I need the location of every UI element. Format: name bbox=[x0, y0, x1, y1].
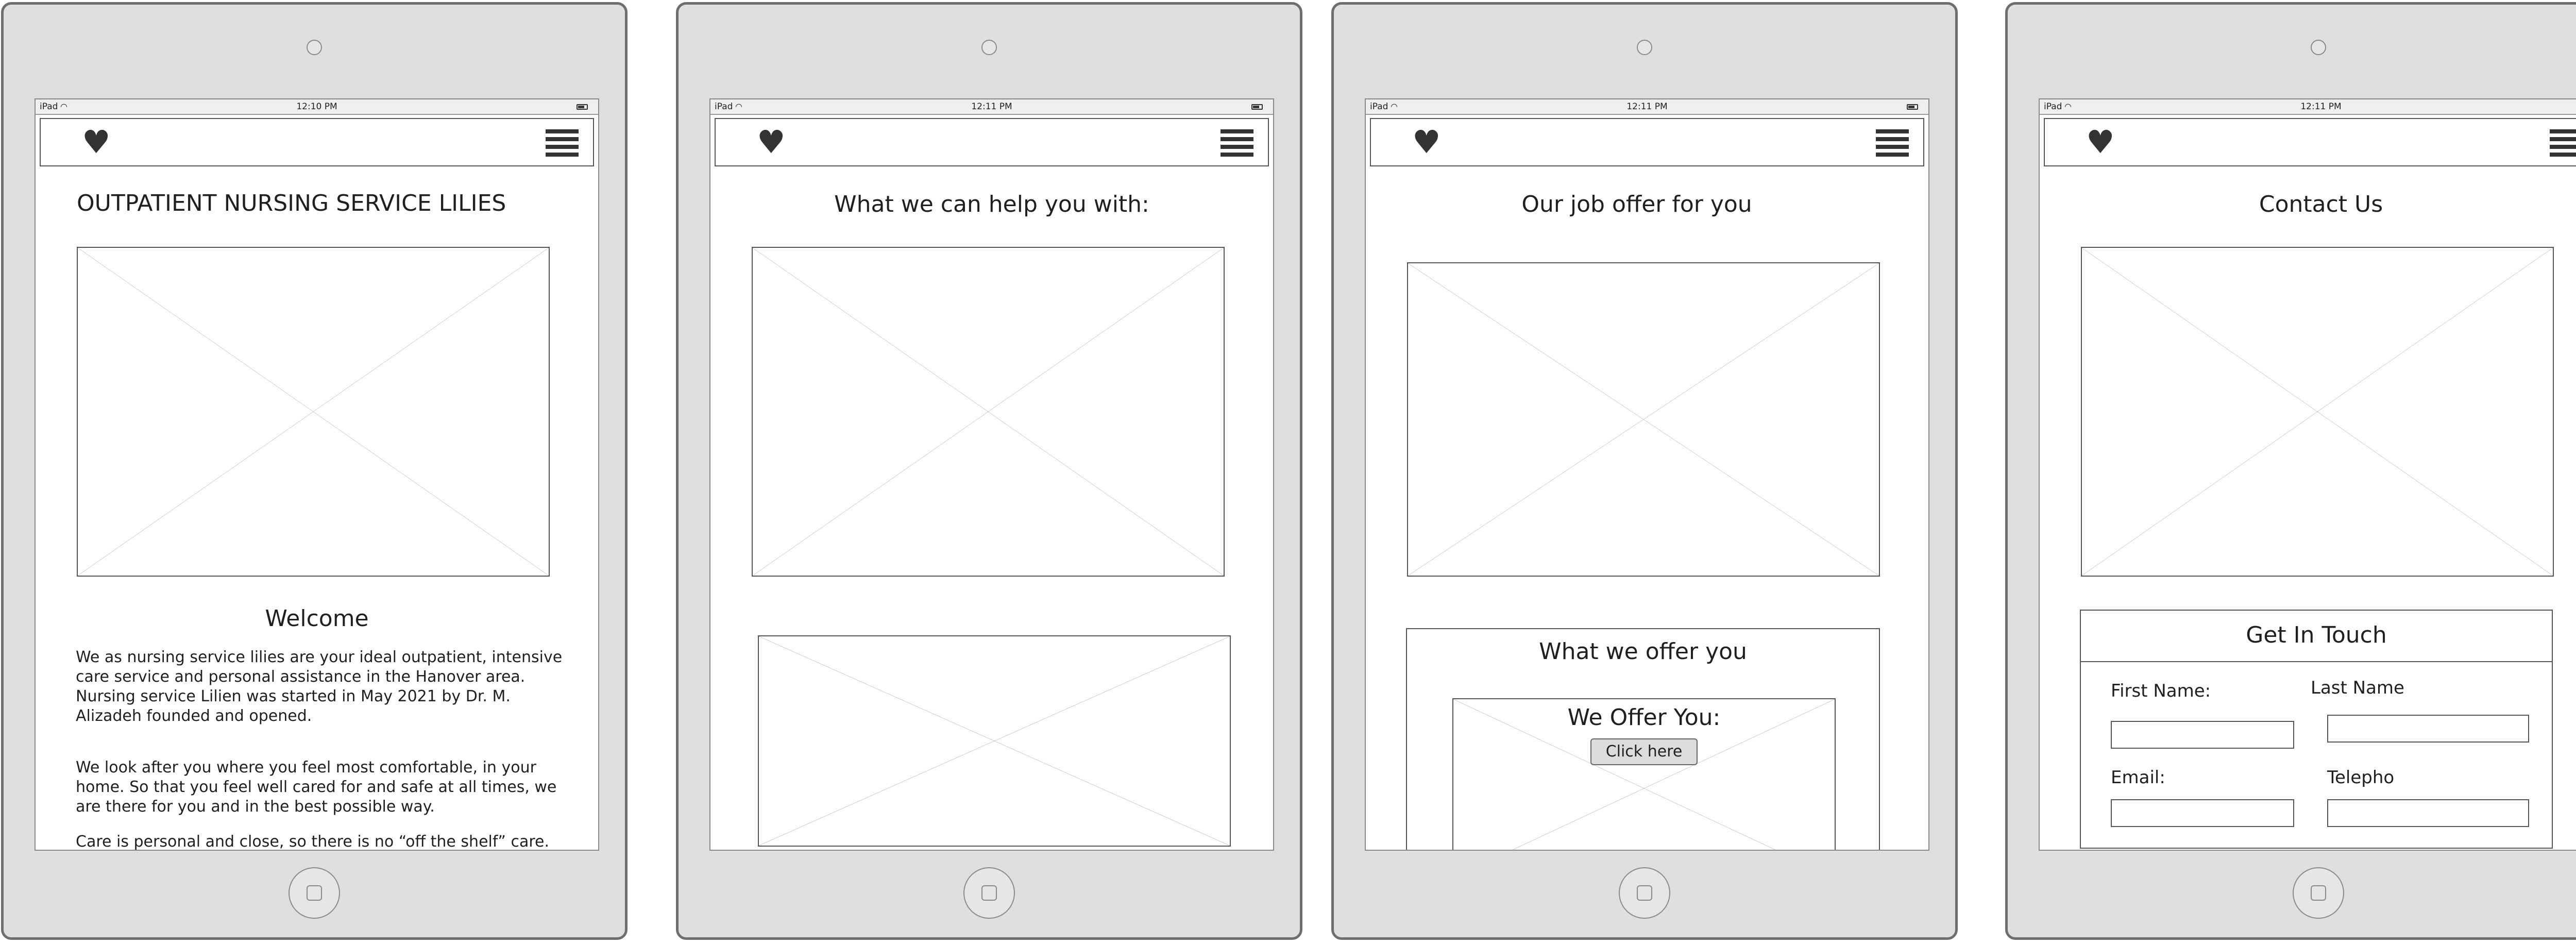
last-name-input[interactable] bbox=[2327, 715, 2529, 743]
intro-paragraph-2: We look after you where you feel most co… bbox=[76, 758, 557, 816]
heart-icon[interactable]: ♥ bbox=[757, 126, 786, 158]
image-placeholder-hero bbox=[77, 247, 550, 577]
click-here-button[interactable]: Click here bbox=[1590, 738, 1698, 765]
contact-form: Get In Touch First Name: Last Name Email… bbox=[2080, 610, 2553, 849]
page-title: What we can help you with: bbox=[834, 191, 1149, 217]
camera-icon bbox=[981, 40, 997, 55]
status-time: 12:11 PM bbox=[1626, 102, 1668, 112]
page-title: Contact Us bbox=[2259, 191, 2383, 217]
hamburger-menu-icon[interactable] bbox=[546, 129, 579, 157]
screen-jobs: iPad ◠ 12:11 PM ♥ Our job offer for you … bbox=[1365, 98, 1929, 851]
we-offer-heading: We Offer You: bbox=[1567, 704, 1721, 731]
home-button[interactable] bbox=[289, 867, 340, 919]
ipad-frame-jobs: iPad ◠ 12:11 PM ♥ Our job offer for you … bbox=[1331, 2, 1958, 940]
offer-heading: What we offer you bbox=[1539, 638, 1747, 665]
email-label: Email: bbox=[2111, 767, 2165, 788]
email-input[interactable] bbox=[2111, 799, 2294, 827]
home-button[interactable] bbox=[963, 867, 1015, 919]
screen-services: iPad ◠ 12:11 PM ♥ What we can help you w… bbox=[709, 98, 1274, 851]
image-placeholder-services-1 bbox=[752, 247, 1225, 577]
hamburger-menu-icon[interactable] bbox=[1221, 129, 1253, 157]
home-button[interactable] bbox=[2293, 867, 2344, 919]
navbar: ♥ bbox=[2044, 118, 2576, 166]
page-title: OUTPATIENT NURSING SERVICE LILIES bbox=[77, 190, 506, 216]
status-time: 12:11 PM bbox=[971, 102, 1012, 112]
hamburger-menu-icon[interactable] bbox=[1876, 129, 1909, 157]
image-placeholder-services-2 bbox=[758, 635, 1231, 847]
camera-icon bbox=[2311, 40, 2326, 55]
intro-paragraph-1: We as nursing service lilies are your id… bbox=[76, 648, 563, 725]
screen-home: iPad ◠ 12:10 PM ♥ OUTPATIENT NURSING SER… bbox=[35, 98, 599, 851]
battery-icon bbox=[1907, 104, 1918, 110]
heart-icon[interactable]: ♥ bbox=[2086, 126, 2115, 158]
ipad-frame-home: iPad ◠ 12:10 PM ♥ OUTPATIENT NURSING SER… bbox=[1, 2, 628, 940]
form-title: Get In Touch bbox=[2081, 611, 2552, 662]
telephone-input[interactable] bbox=[2327, 799, 2529, 827]
image-placeholder-jobs bbox=[1407, 262, 1880, 577]
navbar: ♥ bbox=[40, 118, 594, 166]
status-bar: iPad ◠ 12:11 PM bbox=[1366, 99, 1928, 115]
hamburger-menu-icon[interactable] bbox=[2550, 129, 2576, 157]
home-button[interactable] bbox=[1619, 867, 1670, 919]
battery-icon bbox=[577, 104, 588, 110]
welcome-heading: Welcome bbox=[265, 605, 369, 632]
intro-paragraph-3: Care is personal and close, so there is … bbox=[76, 833, 550, 851]
navbar: ♥ bbox=[1370, 118, 1924, 166]
status-bar: iPad ◠ 12:11 PM bbox=[710, 99, 1273, 115]
battery-icon bbox=[1251, 104, 1263, 110]
status-time: 12:10 PM bbox=[296, 102, 337, 112]
first-name-label: First Name: bbox=[2111, 681, 2211, 701]
image-placeholder-contact bbox=[2081, 247, 2554, 577]
camera-icon bbox=[307, 40, 322, 55]
status-bar: iPad ◠ 12:10 PM bbox=[36, 99, 598, 115]
heart-icon[interactable]: ♥ bbox=[82, 126, 111, 158]
last-name-label: Last Name bbox=[2311, 678, 2404, 698]
navbar: ♥ bbox=[715, 118, 1269, 166]
camera-icon bbox=[1637, 40, 1652, 55]
page-title: Our job offer for you bbox=[1521, 191, 1752, 217]
first-name-input[interactable] bbox=[2111, 721, 2294, 749]
ipad-frame-contact: iPad ◠ 12:11 PM ♥ Contact Us Get In Touc… bbox=[2005, 2, 2576, 940]
image-placeholder-offer: We Offer You: bbox=[1452, 698, 1836, 850]
screen-contact: iPad ◠ 12:11 PM ♥ Contact Us Get In Touc… bbox=[2039, 98, 2576, 851]
status-time: 12:11 PM bbox=[2300, 102, 2342, 112]
telephone-label: Telepho bbox=[2327, 767, 2395, 788]
ipad-frame-services: iPad ◠ 12:11 PM ♥ What we can help you w… bbox=[676, 2, 1302, 940]
heart-icon[interactable]: ♥ bbox=[1412, 126, 1441, 158]
status-bar: iPad ◠ 12:11 PM bbox=[2040, 99, 2576, 115]
